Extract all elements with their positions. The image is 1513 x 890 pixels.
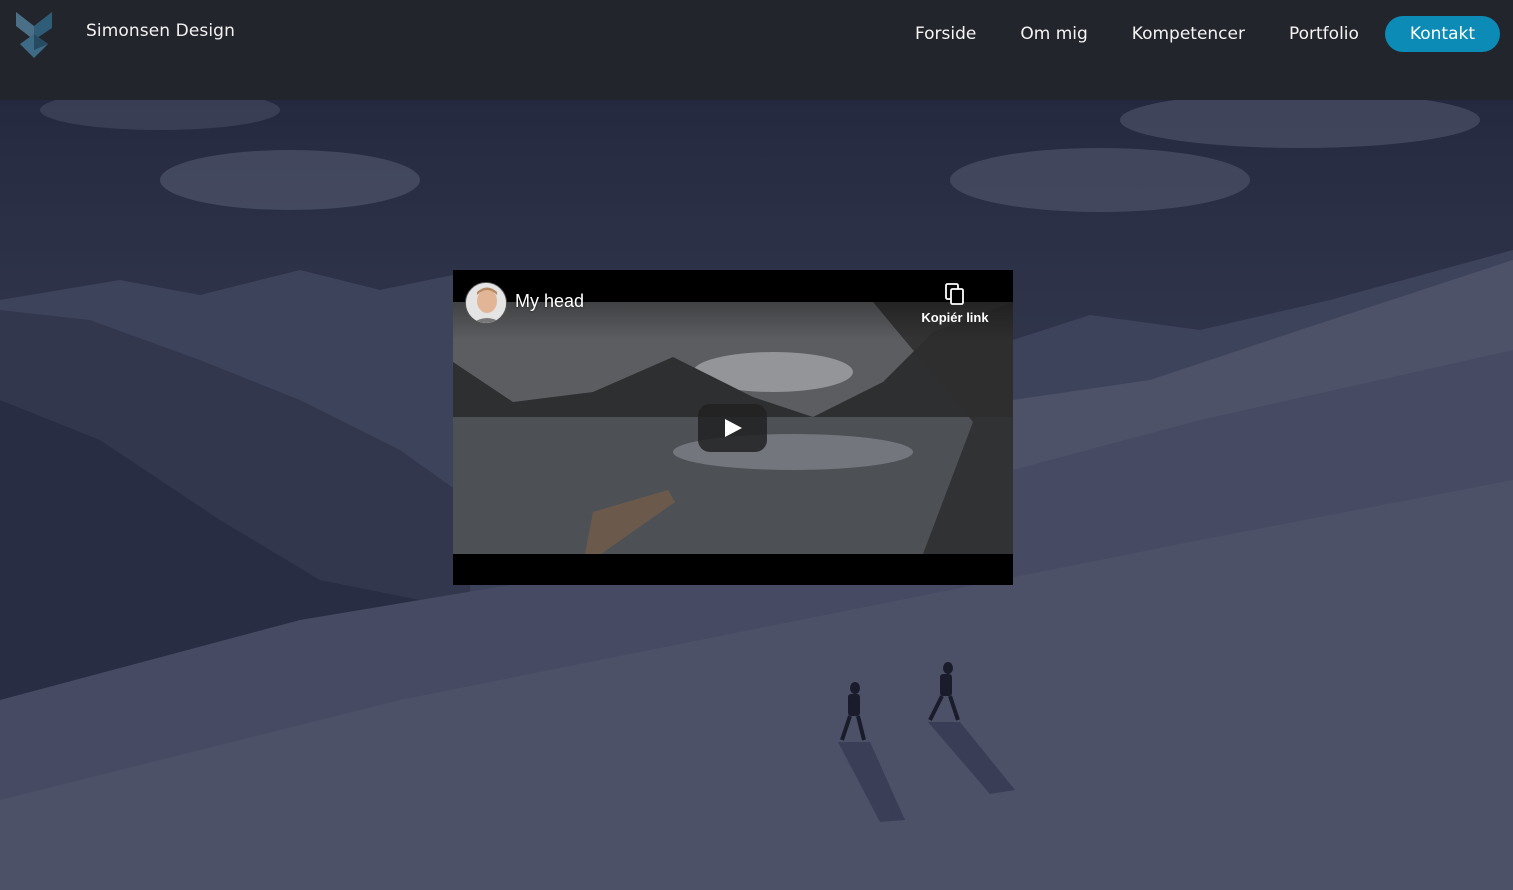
copy-link-label: Kopiér link [921,310,989,325]
nav-item-forside[interactable]: Forside [915,24,976,44]
nav-item-kompetencer[interactable]: Kompetencer [1132,24,1245,44]
nav-item-om-mig[interactable]: Om mig [1020,24,1087,44]
logo-icon[interactable] [14,10,56,60]
avatar-icon [466,283,506,323]
nav-item-portfolio[interactable]: Portfolio [1289,24,1359,44]
video-title[interactable]: My head [515,291,584,312]
copy-link-button[interactable]: Kopiér link [915,283,995,325]
copy-icon [945,283,964,305]
site-header: Simonsen Design Forside Om mig Kompetenc… [0,0,1513,100]
play-icon [725,419,742,437]
brand-name[interactable]: Simonsen Design [86,21,235,41]
video-embed[interactable]: My head Kopiér link [453,270,1013,585]
play-button[interactable] [698,404,767,452]
main-nav: Forside Om mig Kompetencer Portfolio Kon… [915,16,1500,52]
contact-button[interactable]: Kontakt [1384,16,1500,52]
channel-avatar[interactable] [465,282,507,324]
